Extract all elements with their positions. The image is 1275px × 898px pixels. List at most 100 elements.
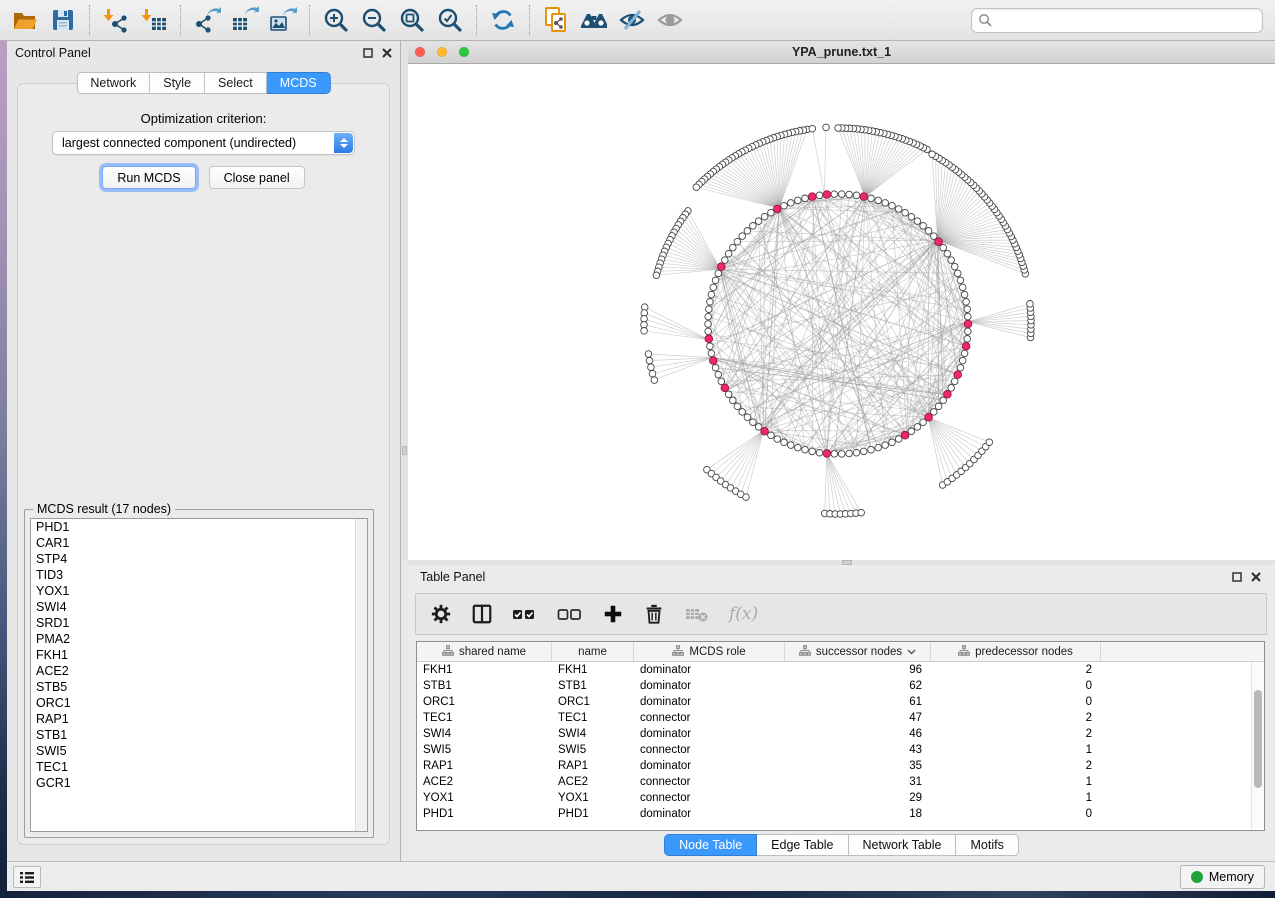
table-row[interactable]: SWI5SWI5connector431 (417, 742, 1264, 758)
close-panel-icon[interactable] (1251, 572, 1261, 582)
export-table-icon[interactable] (228, 4, 262, 36)
mcds-result-item[interactable]: FKH1 (31, 647, 367, 663)
mcds-result-item[interactable]: YOX1 (31, 583, 367, 599)
mcds-result-item[interactable]: SWI5 (31, 743, 367, 759)
float-panel-icon[interactable] (1232, 572, 1242, 582)
export-network-icon[interactable] (190, 4, 224, 36)
import-table-icon[interactable] (137, 4, 171, 36)
select-all-icon[interactable] (512, 604, 538, 624)
toolbar-separator (529, 5, 530, 35)
table-cell: RAP1 (417, 758, 552, 774)
column-header-predecessor-nodes[interactable]: predecessor nodes (931, 642, 1101, 661)
show-panel-menu-button[interactable] (13, 866, 41, 888)
column-header-filler (1101, 642, 1264, 661)
mcds-result-item[interactable]: CAR1 (31, 535, 367, 551)
mcds-result-item[interactable]: STP4 (31, 551, 367, 567)
table-cell: 62 (785, 678, 931, 694)
run-mcds-button[interactable]: Run MCDS (102, 166, 195, 189)
show-hide-columns-icon[interactable] (471, 603, 493, 625)
table-row[interactable]: YOX1YOX1connector291 (417, 790, 1264, 806)
refresh-icon[interactable] (486, 4, 520, 36)
tab-network[interactable]: Network (76, 72, 150, 94)
table-cell: 47 (785, 710, 931, 726)
mcds-result-item[interactable]: RAP1 (31, 711, 367, 727)
mcds-list-scrollbar[interactable] (355, 519, 367, 831)
first-neighbors-icon[interactable] (577, 4, 611, 36)
mcds-result-item[interactable]: STB1 (31, 727, 367, 743)
mcds-result-item[interactable]: GCR1 (31, 775, 367, 791)
mcds-result-item[interactable]: TEC1 (31, 759, 367, 775)
tab-node-table[interactable]: Node Table (664, 834, 757, 856)
mcds-result-item[interactable]: PMA2 (31, 631, 367, 647)
mcds-result-item[interactable]: SRD1 (31, 615, 367, 631)
show-all-icon[interactable] (653, 4, 687, 36)
mcds-result-item[interactable]: STB5 (31, 679, 367, 695)
table-scrollbar[interactable] (1251, 662, 1264, 829)
import-network-icon[interactable] (99, 4, 133, 36)
table-cell: FKH1 (552, 662, 634, 678)
mcds-result-item[interactable]: PHD1 (31, 519, 367, 535)
close-panel-icon[interactable] (382, 48, 392, 58)
table-row[interactable]: STB1STB1dominator620 (417, 678, 1264, 694)
table-row[interactable]: SWI4SWI4dominator462 (417, 726, 1264, 742)
table-row[interactable]: PHD1PHD1dominator180 (417, 806, 1264, 822)
save-session-icon[interactable] (46, 4, 80, 36)
delete-column-icon[interactable] (643, 603, 665, 625)
optimization-criterion-select[interactable]: largest connected component (undirected) (52, 131, 355, 155)
tab-mcds[interactable]: MCDS (267, 72, 331, 94)
mcds-result-item[interactable]: SWI4 (31, 599, 367, 615)
table-row[interactable]: ORC1ORC1dominator610 (417, 694, 1264, 710)
tab-edge-table[interactable]: Edge Table (757, 834, 848, 856)
memory-button[interactable]: Memory (1180, 865, 1265, 889)
toolbar-separator (476, 5, 477, 35)
table-options-icon[interactable] (430, 603, 452, 625)
table-cell: 0 (931, 694, 1101, 710)
network-canvas[interactable] (408, 64, 1275, 560)
scrollbar-thumb[interactable] (1254, 690, 1262, 788)
mcds-result-item[interactable]: TID3 (31, 567, 367, 583)
table-row[interactable]: ACE2ACE2connector311 (417, 774, 1264, 790)
column-header-MCDS-role[interactable]: MCDS role (634, 642, 785, 661)
zoom-selected-icon[interactable] (433, 4, 467, 36)
network-window-titlebar[interactable]: YPA_prune.txt_1 (408, 41, 1275, 64)
search-input[interactable] (971, 8, 1263, 33)
add-column-icon[interactable] (602, 603, 624, 625)
mcds-result-item[interactable]: ACE2 (31, 663, 367, 679)
clear-table-icon (684, 604, 710, 624)
column-header-shared-name[interactable]: shared name (417, 642, 552, 661)
tab-style[interactable]: Style (150, 72, 205, 94)
table-cell: dominator (634, 662, 785, 678)
column-header-name[interactable]: name (552, 642, 634, 661)
tab-network-table[interactable]: Network Table (849, 834, 957, 856)
function-builder-icon: f(x) (729, 604, 758, 624)
hide-selected-icon[interactable] (615, 4, 649, 36)
table-row[interactable]: RAP1RAP1dominator352 (417, 758, 1264, 774)
export-image-icon[interactable] (266, 4, 300, 36)
new-network-from-selection-icon[interactable] (539, 4, 573, 36)
table-cell: 29 (785, 790, 931, 806)
table-cell: STB1 (552, 678, 634, 694)
table-cell: FKH1 (417, 662, 552, 678)
splitter-grip[interactable] (402, 446, 407, 455)
vertical-splitter[interactable] (401, 41, 408, 560)
table-cell: connector (634, 774, 785, 790)
float-panel-icon[interactable] (363, 48, 373, 58)
network-window-title: YPA_prune.txt_1 (408, 45, 1275, 59)
tab-select[interactable]: Select (205, 72, 267, 94)
open-file-icon[interactable] (8, 4, 42, 36)
table-cell: 2 (931, 710, 1101, 726)
control-panel-tabs: Network Style Select MCDS (76, 72, 330, 94)
attribute-icon (442, 645, 454, 659)
zoom-in-icon[interactable] (319, 4, 353, 36)
table-row[interactable]: TEC1TEC1connector472 (417, 710, 1264, 726)
deselect-all-icon[interactable] (557, 604, 583, 624)
table-row[interactable]: FKH1FKH1dominator962 (417, 662, 1264, 678)
mcds-result-list[interactable]: PHD1CAR1STP4TID3YOX1SWI4SRD1PMA2FKH1ACE2… (30, 518, 368, 832)
zoom-fit-icon[interactable] (395, 4, 429, 36)
mcds-result-item[interactable]: ORC1 (31, 695, 367, 711)
column-header-successor-nodes[interactable]: successor nodes (785, 642, 931, 661)
close-panel-button[interactable]: Close panel (209, 166, 305, 189)
tab-motifs[interactable]: Motifs (956, 834, 1018, 856)
zoom-out-icon[interactable] (357, 4, 391, 36)
table-cell: 46 (785, 726, 931, 742)
